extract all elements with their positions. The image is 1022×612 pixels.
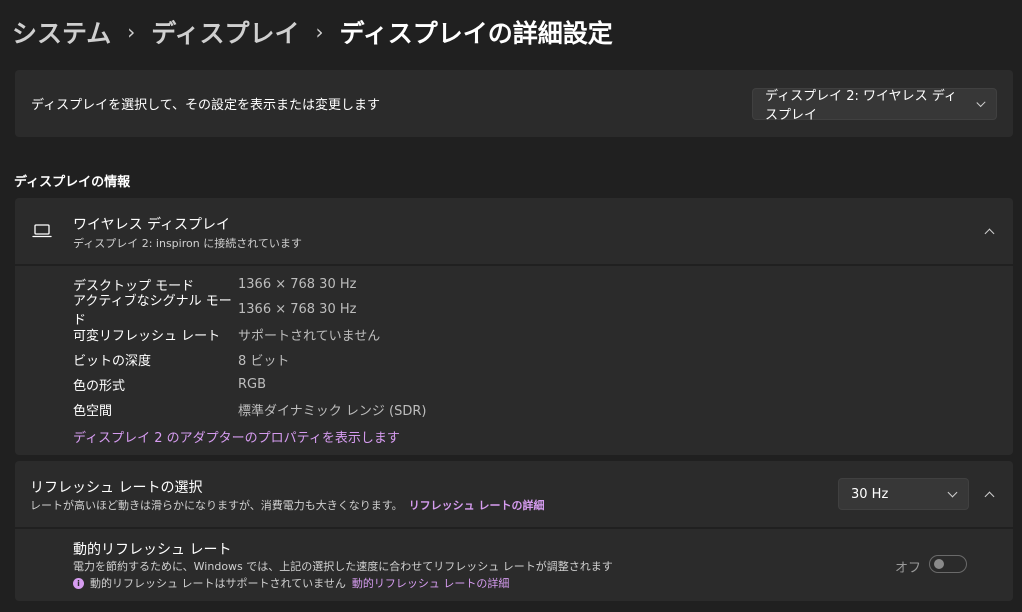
display-select-value: ディスプレイ 2: ワイヤレス ディスプレイ xyxy=(765,89,957,123)
page-title: ディスプレイの詳細設定 xyxy=(339,19,613,48)
display-info-subtitle: ディスプレイ 2: inspiron に接続されています xyxy=(73,237,302,250)
info-icon: i xyxy=(73,577,84,589)
display-info-body: デスクトップ モード 1366 × 768 30 Hz アクティブなシグナル モ… xyxy=(15,266,1013,455)
info-label: 色空間 xyxy=(73,403,113,419)
dynamic-refresh-card: 動的リフレッシュ レート 電力を節約するために、Windows では、上記の選択… xyxy=(15,529,1013,601)
refresh-rate-details-link[interactable]: リフレッシュ レートの詳細 xyxy=(409,499,545,512)
refresh-rate-subtitle: レートが高いほど動きは滑らかになりますが、消費電力も大きくなります。 リフレッシュ… xyxy=(30,497,545,513)
info-value: 1366 × 768 30 Hz xyxy=(238,276,357,292)
refresh-rate-value: 30 Hz xyxy=(851,486,889,502)
dynamic-refresh-note: i 動的リフレッシュ レートはサポートされていません 動的リフレッシュ レートの… xyxy=(73,575,509,591)
breadcrumb-system[interactable]: システム xyxy=(12,14,111,50)
collapse-refresh-rate-button[interactable] xyxy=(977,482,1001,506)
display-info-section-title: ディスプレイの情報 xyxy=(14,175,131,190)
dynamic-refresh-description: 電力を節約するために、Windows では、上記の選択した速度に合わせてリフレッ… xyxy=(73,560,613,573)
toggle-state-label: オフ xyxy=(895,561,922,576)
collapse-display-info-button[interactable] xyxy=(977,219,1001,243)
chevron-up-icon xyxy=(984,228,994,238)
display-select-dropdown[interactable]: ディスプレイ 2: ワイヤレス ディスプレイ xyxy=(752,88,997,123)
dynamic-refresh-toggle[interactable] xyxy=(929,555,967,573)
info-row-color-format: 色の形式 RGB xyxy=(73,374,266,394)
info-row-bit-depth: ビットの深度 8 ビット xyxy=(73,349,289,369)
info-value: 1366 × 768 30 Hz xyxy=(238,301,357,317)
adapter-properties-link[interactable]: ディスプレイ 2 のアダプターのプロパティを表示します xyxy=(73,427,400,446)
dynamic-refresh-note-text: 動的リフレッシュ レートはサポートされていません xyxy=(90,577,346,590)
info-value: RGB xyxy=(238,376,267,392)
breadcrumb-display[interactable]: ディスプレイ xyxy=(151,14,299,50)
info-value: サポートされていません xyxy=(238,328,381,344)
info-value: 8 ビット xyxy=(238,353,290,369)
info-row-active-signal-mode: アクティブなシグナル モード 1366 × 768 30 Hz xyxy=(73,294,357,328)
info-row-color-space: 色空間 標準ダイナミック レンジ (SDR) xyxy=(73,399,426,419)
display-info-header[interactable]: ワイヤレス ディスプレイ ディスプレイ 2: inspiron に接続されていま… xyxy=(15,198,1013,264)
refresh-rate-dropdown[interactable]: 30 Hz xyxy=(838,478,969,510)
toggle-knob xyxy=(934,559,944,569)
breadcrumb: システム › ディスプレイ › ディスプレイの詳細設定 xyxy=(12,12,613,52)
info-label: ビットの深度 xyxy=(73,353,152,369)
display-info-title: ワイヤレス ディスプレイ xyxy=(73,217,231,233)
chevron-right-icon: › xyxy=(127,20,136,44)
display-select-description: ディスプレイを選択して、その設定を表示または変更します xyxy=(31,98,381,113)
chevron-up-icon xyxy=(984,491,994,501)
refresh-rate-title: リフレッシュ レートの選択 xyxy=(30,480,203,496)
info-label: 可変リフレッシュ レート xyxy=(73,328,221,344)
dynamic-refresh-details-link[interactable]: 動的リフレッシュ レートの詳細 xyxy=(352,575,510,591)
info-label: 色の形式 xyxy=(73,378,126,394)
chevron-right-icon: › xyxy=(315,20,324,44)
dynamic-refresh-title: 動的リフレッシュ レート xyxy=(73,542,232,558)
chevron-down-icon xyxy=(976,97,986,107)
info-label: アクティブなシグナル モード xyxy=(73,294,232,328)
display-select-card: ディスプレイを選択して、その設定を表示または変更します ディスプレイ 2: ワイ… xyxy=(15,70,1013,137)
refresh-rate-card: リフレッシュ レートの選択 レートが高いほど動きは滑らかになりますが、消費電力も… xyxy=(15,461,1013,527)
laptop-icon xyxy=(32,224,52,238)
refresh-rate-description: レートが高いほど動きは滑らかになりますが、消費電力も大きくなります。 xyxy=(30,499,403,512)
info-row-variable-refresh-rate: 可変リフレッシュ レート サポートされていません xyxy=(73,324,380,344)
chevron-down-icon xyxy=(947,487,958,497)
info-value: 標準ダイナミック レンジ (SDR) xyxy=(238,403,427,419)
